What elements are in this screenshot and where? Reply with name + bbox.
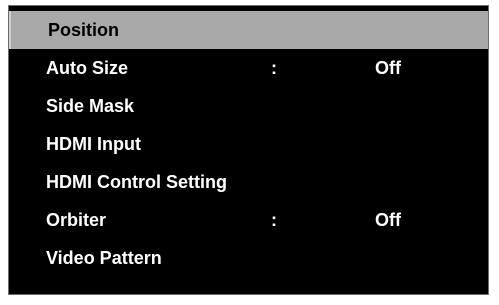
menu-item-orbiter[interactable]: Orbiter : Off: [9, 201, 488, 239]
menu-item-label: HDMI Input: [46, 134, 141, 154]
menu-item-label: Orbiter: [46, 210, 107, 230]
osd-menu: Position Auto Size : Off Side Mask HDMI …: [8, 5, 489, 295]
menu-item-separator: :: [271, 58, 277, 78]
menu-item-separator: :: [271, 210, 277, 230]
menu-item-label: Position: [48, 20, 119, 40]
menu-item-label: HDMI Control Setting: [46, 172, 227, 192]
menu-item-label: Video Pattern: [46, 248, 162, 268]
menu-item-position[interactable]: Position: [9, 11, 488, 49]
menu-item-hdmi-input[interactable]: HDMI Input: [9, 125, 488, 163]
menu-item-side-mask[interactable]: Side Mask: [9, 87, 488, 125]
menu-item-video-pattern[interactable]: Video Pattern: [9, 239, 488, 277]
menu-item-label: Auto Size: [46, 58, 129, 78]
menu-item-value: Off: [375, 58, 401, 78]
menu-item-label: Side Mask: [46, 96, 135, 116]
menu-list: Position Auto Size : Off Side Mask HDMI …: [9, 11, 488, 277]
menu-item-hdmi-control-setting[interactable]: HDMI Control Setting: [9, 163, 488, 201]
menu-item-auto-size[interactable]: Auto Size : Off: [9, 49, 488, 87]
menu-item-value: Off: [375, 210, 401, 230]
